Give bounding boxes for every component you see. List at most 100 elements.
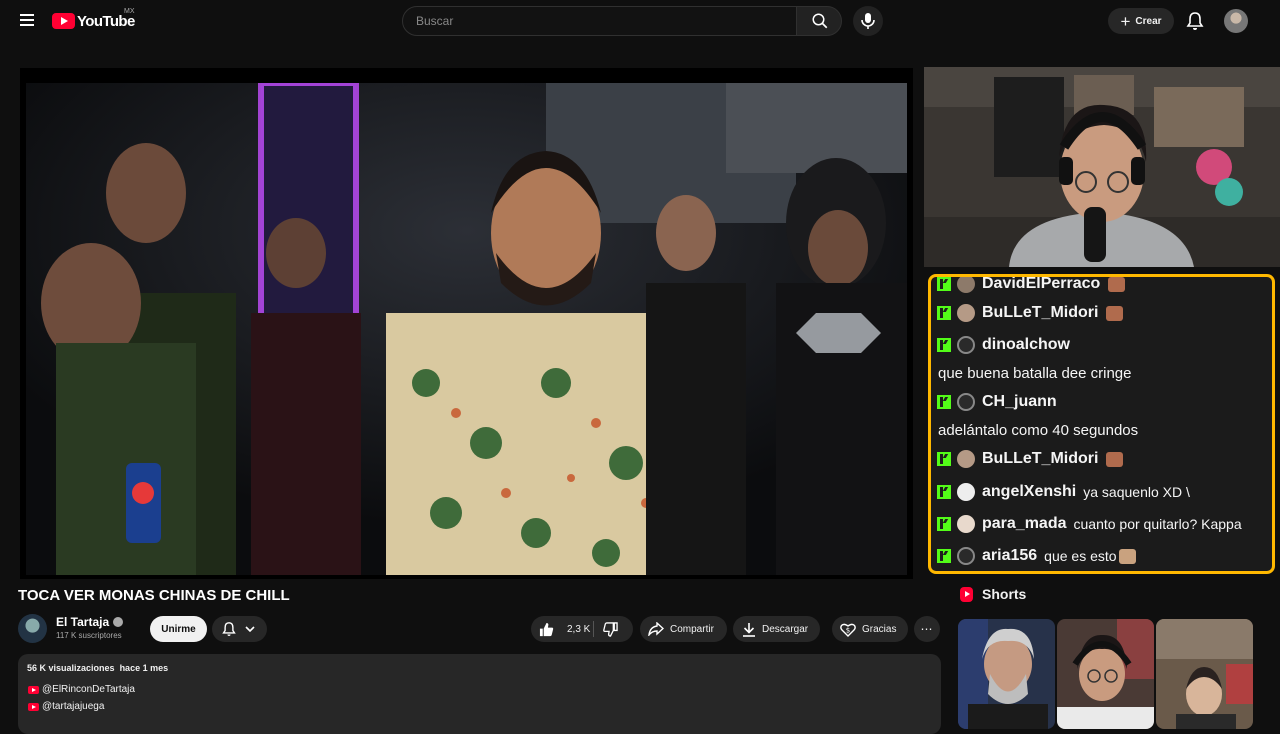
chat-message: angelXenshi ya saquenlo XD \ — [937, 481, 1190, 503]
kick-badge-icon — [937, 338, 951, 352]
thanks-label: Gracias — [862, 623, 897, 635]
thanks-button[interactable]: $ Gracias — [832, 616, 908, 642]
heart-dollar-icon: $ — [840, 623, 856, 637]
channel-link-text: @tartajajuega — [42, 701, 105, 712]
dislike-button[interactable] — [594, 616, 633, 642]
subscription-notifications-button[interactable] — [212, 616, 267, 642]
plus-icon: + — [1120, 11, 1131, 31]
logo-text: YouTube — [77, 12, 135, 30]
youtube-icon — [28, 685, 39, 694]
download-label: Descargar — [762, 623, 809, 635]
channel-link[interactable]: @tartajajuega — [28, 701, 104, 712]
video-frame[interactable] — [26, 83, 907, 575]
short-thumbnail[interactable] — [1156, 619, 1253, 729]
chat-message: dinoalchow — [937, 334, 1070, 356]
emote-icon — [1106, 451, 1124, 467]
chat-message-text: adelántalo como 40 segundos — [938, 422, 1139, 439]
share-icon — [648, 622, 664, 636]
chat-message-text: que buena batalla dee cringe — [938, 365, 1132, 382]
emote-icon — [1108, 277, 1126, 292]
svg-text:$: $ — [846, 626, 850, 634]
search-button[interactable] — [796, 6, 842, 36]
chat-username: aria156 — [982, 547, 1038, 564]
avatar — [957, 336, 975, 354]
microphone-icon — [861, 13, 875, 29]
voice-search-button[interactable] — [853, 6, 883, 36]
avatar — [957, 304, 975, 322]
view-info: 56 K visualizaciones hace 1 mes — [27, 663, 168, 673]
like-dislike-group: 2,3 K — [531, 616, 633, 642]
kick-badge-icon — [937, 485, 951, 499]
chat-message: aria156 que es esto — [937, 545, 1136, 567]
chat-message: para_mada cuanto por quitarlo? Kappa — [937, 513, 1242, 535]
chat-message-text: ya saquenlo XD \ — [1083, 484, 1190, 500]
chat-message: CH_juann — [937, 391, 1057, 413]
create-label: Crear — [1135, 15, 1162, 27]
shorts-icon — [960, 586, 973, 602]
chat-message-text: que es esto — [1044, 548, 1117, 564]
emote-icon — [1118, 548, 1136, 564]
kick-badge-icon — [937, 277, 951, 291]
avatar — [957, 547, 975, 565]
channel-avatar[interactable] — [18, 614, 47, 643]
chat-username: BuLLeT_Midori — [982, 450, 1099, 467]
kick-badge-icon — [937, 517, 951, 531]
download-button[interactable]: Descargar — [733, 616, 820, 642]
video-title: TOCA VER MONAS CHINAS DE CHILL — [18, 587, 290, 604]
country-code: MX — [124, 8, 135, 15]
short-thumbnail-image — [1057, 619, 1154, 729]
short-thumbnail-image — [1156, 619, 1253, 729]
channel-name-text: El Tartaja — [56, 615, 110, 629]
bell-icon — [1186, 12, 1204, 30]
short-thumbnail[interactable] — [958, 619, 1055, 729]
youtube-icon — [28, 702, 39, 711]
chat-message: DavidElPerraco — [937, 275, 1126, 295]
video-scene-image — [26, 83, 907, 575]
create-button[interactable]: + Crear — [1108, 8, 1174, 34]
verified-icon — [113, 617, 124, 627]
avatar — [957, 393, 975, 411]
share-label: Compartir — [670, 623, 714, 635]
streamer-webcam-image — [924, 67, 1280, 267]
channel-link-text: @ElRinconDeTartaja — [42, 684, 135, 695]
streamer-webcam — [924, 67, 1280, 267]
join-button[interactable]: Unirme — [150, 616, 207, 642]
channel-link[interactable]: @ElRinconDeTartaja — [28, 684, 135, 695]
download-icon — [743, 622, 755, 637]
chat-username: dinoalchow — [982, 336, 1070, 353]
bell-icon — [222, 622, 236, 636]
chat-message: BuLLeT_Midori — [937, 302, 1124, 324]
chat-username: DavidElPerraco — [982, 275, 1101, 292]
description-box[interactable]: 56 K visualizaciones hace 1 mes @ElRinco… — [18, 654, 941, 734]
chat-message: BuLLeT_Midori — [937, 448, 1124, 470]
shorts-heading-text: Shorts — [982, 586, 1027, 602]
search-input[interactable] — [403, 7, 796, 35]
avatar — [957, 515, 975, 533]
like-count: 2,3 K — [567, 623, 591, 635]
upload-age: hace 1 mes — [119, 663, 169, 673]
search-box — [402, 6, 797, 36]
thumbs-down-icon — [603, 621, 618, 637]
avatar — [957, 450, 975, 468]
chat-username: para_mada — [982, 515, 1067, 532]
account-avatar[interactable] — [1224, 9, 1248, 33]
avatar — [957, 277, 975, 293]
search-icon — [812, 13, 828, 29]
like-button[interactable]: 2,3 K — [531, 616, 593, 642]
share-button[interactable]: Compartir — [640, 616, 727, 642]
notifications-button[interactable] — [1183, 9, 1207, 33]
chat-overlay: DavidElPerraco BuLLeT_Midori dinoalchow … — [928, 274, 1275, 574]
chevron-down-icon — [245, 626, 255, 632]
menu-icon[interactable] — [14, 11, 40, 31]
short-thumbnail[interactable] — [1057, 619, 1154, 729]
chat-username: CH_juann — [982, 393, 1057, 410]
youtube-logo[interactable]: YouTube — [52, 10, 135, 32]
kick-badge-icon — [937, 306, 951, 320]
chat-message-text: cuanto por quitarlo? Kappa — [1073, 516, 1242, 532]
channel-name[interactable]: El Tartaja — [56, 615, 124, 629]
more-actions-button[interactable]: ⋯ — [914, 616, 940, 642]
kick-badge-icon — [937, 452, 951, 466]
kick-badge-icon — [937, 549, 951, 563]
chat-username: angelXenshi — [982, 483, 1077, 500]
shorts-heading: Shorts — [960, 586, 1026, 602]
